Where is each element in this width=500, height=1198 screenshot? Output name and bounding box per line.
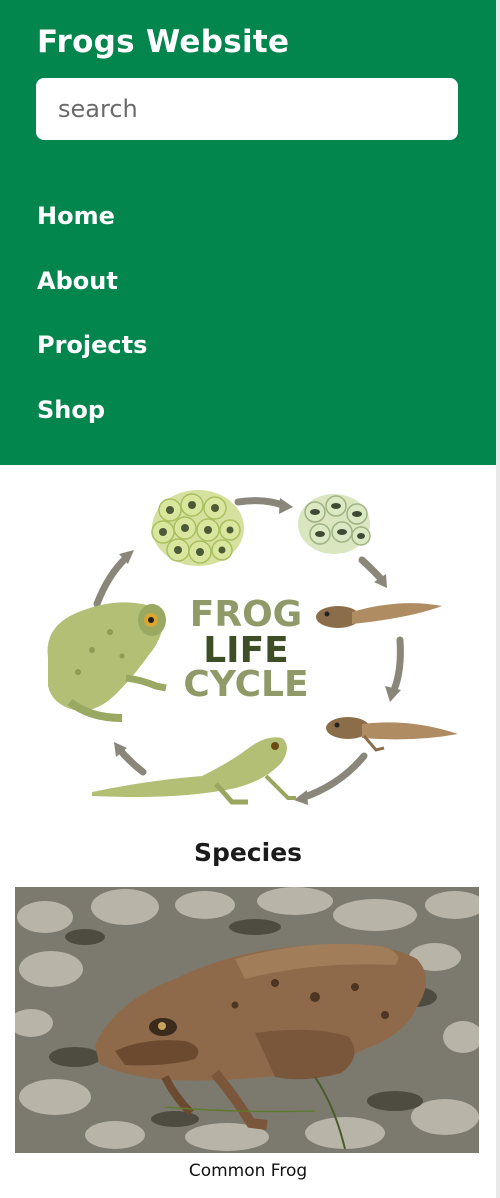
arrowhead-bottom-right	[294, 790, 308, 805]
species-caption: Common Frog	[188, 1161, 308, 1181]
arrow-left	[93, 554, 130, 608]
search-box	[36, 78, 458, 140]
nav-link-shop[interactable]: Shop	[37, 392, 105, 428]
scrollbar-track[interactable]	[496, 0, 500, 1198]
arrow-bottom-left	[116, 746, 147, 776]
lifecycle-label: FROG LIFE CYCLE	[183, 594, 308, 705]
page: Frogs Website Home About Projects Shop	[0, 0, 500, 1198]
arrow-right-middle	[390, 636, 404, 694]
nav-link-home[interactable]: Home	[37, 198, 115, 234]
site-header: Frogs Website Home About Projects Shop	[0, 0, 496, 465]
nav-item-home: Home	[37, 198, 147, 263]
arrowhead-top	[279, 498, 293, 514]
frog-life-cycle-illustration: FROG LIFE CYCLE	[47, 490, 458, 805]
arrow-bottom-right	[298, 752, 368, 802]
adult-frog-icon	[47, 602, 167, 722]
nav-item-projects: Projects	[37, 327, 147, 392]
developing-eggs-icon	[298, 494, 371, 554]
nav-link-projects[interactable]: Projects	[37, 327, 147, 363]
arrow-top	[234, 497, 289, 510]
nav-link-about[interactable]: About	[37, 263, 118, 299]
tadpole-icon	[316, 603, 442, 628]
lifecycle-line-1: FROG	[190, 594, 302, 635]
arrowhead-right-middle	[385, 686, 401, 702]
arrow-right-upper	[358, 556, 386, 584]
main-nav: Home About Projects Shop	[37, 198, 147, 456]
tadpole-with-legs-icon	[326, 717, 458, 752]
lifecycle-line-3: CYCLE	[183, 664, 308, 705]
site-title: Frogs Website	[37, 24, 290, 60]
common-frog-photo	[15, 887, 479, 1153]
search-input[interactable]	[36, 78, 458, 140]
nav-item-about: About	[37, 263, 147, 328]
nav-item-shop: Shop	[37, 392, 147, 457]
frog-spawn-icon	[151, 490, 244, 566]
species-heading: Species	[193, 838, 303, 867]
